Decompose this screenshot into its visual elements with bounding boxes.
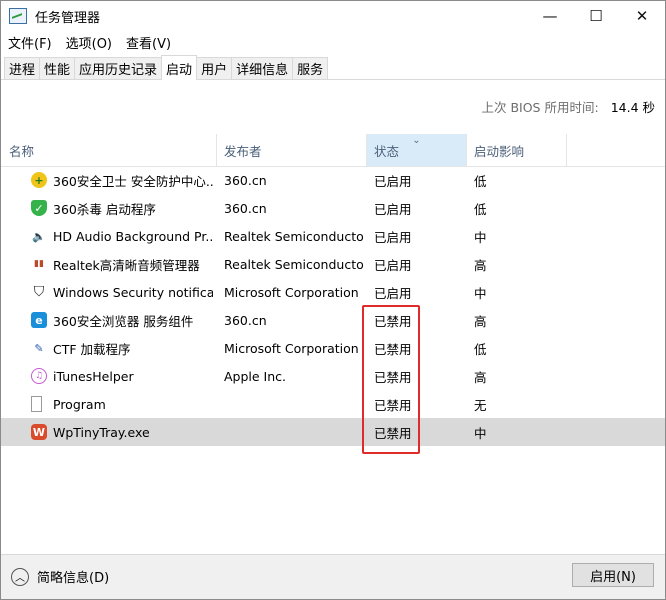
- row-impact: 低: [474, 201, 487, 217]
- bios-time-label: 上次 BIOS 所用时间:: [481, 100, 599, 115]
- close-button[interactable]: ✕: [619, 1, 665, 31]
- shield-icon: ⛉: [33, 284, 45, 300]
- file-icon: [31, 396, 42, 412]
- column-header: 名称 发布者 ⌄ 状态 启动影响: [1, 134, 665, 167]
- 360-antivirus-icon: ✓: [31, 200, 47, 216]
- wptiny-tray-icon: W: [31, 424, 47, 440]
- tab-strip: 进程 性能 应用历史记录 启动 用户 详细信息 服务: [1, 55, 665, 80]
- row-impact: 中: [474, 425, 487, 441]
- row-publisher: Apple Inc.: [224, 368, 287, 384]
- brief-info-toggle[interactable]: ︿ 简略信息(D): [11, 567, 109, 586]
- row-impact: 无: [474, 397, 487, 413]
- row-impact: 中: [474, 285, 487, 301]
- row-impact: 中: [474, 229, 487, 245]
- column-status[interactable]: ⌄ 状态: [367, 134, 467, 166]
- menu-bar: 文件(F) 选项(O) 查看(V): [1, 31, 665, 53]
- bios-time: 上次 BIOS 所用时间: 14.4 秒: [481, 97, 655, 116]
- table-row[interactable]: W WpTinyTray.exe 已禁用中: [1, 418, 665, 446]
- speaker-icon: 🔈: [32, 229, 46, 243]
- enable-button[interactable]: 启用(N): [572, 563, 654, 587]
- disabled-highlight-box: [362, 305, 420, 454]
- column-status-label: 状态: [374, 144, 400, 159]
- row-publisher: Microsoft Corporation: [224, 284, 359, 300]
- chevron-up-icon: ︿: [11, 567, 29, 586]
- maximize-button[interactable]: ☐: [573, 1, 619, 31]
- row-name: CTF 加载程序: [53, 341, 131, 357]
- column-name-label: 名称: [9, 144, 35, 159]
- row-impact: 低: [474, 173, 487, 189]
- tab-processes[interactable]: 进程: [4, 57, 41, 79]
- table-row[interactable]: 🔈 HD Audio Background Pr... Realtek Semico…: [1, 222, 665, 250]
- brief-info-label: 简略信息(D): [37, 571, 110, 586]
- itunes-icon: ♫: [31, 368, 47, 384]
- tab-startup[interactable]: 启动: [161, 55, 198, 80]
- row-publisher: 360.cn: [224, 200, 267, 216]
- row-publisher: [224, 418, 364, 446]
- table-row[interactable]: +360安全卫士 安全防护中心... 360.cn 已启用 低: [1, 166, 665, 194]
- row-status: 已启用: [374, 229, 412, 245]
- row-name: WpTinyTray.exe: [53, 424, 150, 440]
- row-impact: 高: [474, 369, 487, 385]
- tab-users[interactable]: 用户: [196, 57, 233, 79]
- row-status: 已启用: [374, 201, 412, 217]
- realtek-audio-icon: ▮▮: [34, 259, 44, 269]
- footer-bar: ︿ 简略信息(D) 启用(N): [1, 554, 665, 599]
- row-name: 360安全卫士 安全防护中心...: [53, 173, 213, 189]
- column-name[interactable]: 名称: [1, 134, 217, 166]
- row-name: HD Audio Background Pr...: [53, 228, 213, 244]
- row-publisher: Realtek Semiconductor: [224, 256, 364, 272]
- minimize-button[interactable]: —: [527, 1, 573, 31]
- column-publisher[interactable]: 发布者: [217, 134, 367, 166]
- tab-app-history[interactable]: 应用历史记录: [74, 57, 163, 79]
- row-publisher: Realtek Semiconductor: [224, 228, 364, 244]
- window-title: 任务管理器: [35, 10, 101, 26]
- ctf-loader-icon: ✎: [34, 341, 44, 355]
- row-name: 360安全浏览器 服务组件: [53, 313, 194, 329]
- table-row[interactable]: ✎ CTF 加载程序 Microsoft Corporation 已禁用低: [1, 334, 665, 362]
- table-row[interactable]: ♫ iTunesHelper Apple Inc. 已禁用高: [1, 362, 665, 390]
- tab-performance[interactable]: 性能: [39, 57, 76, 79]
- startup-list: +360安全卫士 安全防护中心... 360.cn 已启用低 ✓ 360杀毒 启动程序 3…: [1, 166, 665, 446]
- task-manager-window: 任务管理器 — ☐ ✕ 文件(F) 选项(O) 查看(V) 进程 性能 应用历史…: [0, 0, 666, 600]
- row-status: 已启用: [374, 173, 412, 189]
- task-manager-icon: [9, 8, 27, 24]
- table-row[interactable]: Program 已禁用无: [1, 390, 665, 418]
- row-name: iTunesHelper: [53, 368, 134, 384]
- menu-file[interactable]: 文件(F): [1, 33, 59, 52]
- table-row[interactable]: ▮▮ Realtek高清晰音频管理器 Realtek Semiconductor 已启…: [1, 250, 665, 278]
- table-row[interactable]: ⛉ Windows Security notifica... Microsoft C…: [1, 278, 665, 306]
- sort-descending-icon: ⌄: [412, 135, 421, 146]
- row-impact: 高: [474, 313, 487, 329]
- row-name: Realtek高清晰音频管理器: [53, 257, 200, 273]
- row-impact: 高: [474, 257, 487, 273]
- row-publisher: 360.cn: [224, 312, 267, 328]
- table-row[interactable]: ✓ 360杀毒 启动程序 360.cn 已启用 低: [1, 194, 665, 222]
- column-impact[interactable]: 启动影响: [467, 134, 567, 166]
- tab-details[interactable]: 详细信息: [231, 57, 294, 79]
- tab-services[interactable]: 服务: [292, 57, 329, 79]
- column-publisher-label: 发布者: [224, 144, 262, 159]
- bios-time-value: 14.4 秒: [610, 100, 655, 115]
- row-publisher: Microsoft Corporation: [224, 340, 359, 356]
- row-status: 已启用: [374, 257, 412, 273]
- menu-options[interactable]: 选项(O): [59, 33, 119, 52]
- row-impact: 低: [474, 341, 487, 357]
- title-bar: 任务管理器 — ☐ ✕: [1, 1, 665, 31]
- row-status: 已启用: [374, 285, 412, 301]
- row-name: Windows Security notifica...: [53, 284, 213, 300]
- row-name: Program: [53, 396, 106, 412]
- row-publisher: 360.cn: [224, 172, 267, 188]
- 360-safe-icon: +: [31, 172, 47, 188]
- row-name: 360杀毒 启动程序: [53, 201, 156, 217]
- row-publisher: [224, 390, 364, 418]
- table-row[interactable]: e 360安全浏览器 服务组件 360.cn 已禁用高: [1, 306, 665, 334]
- window-controls: — ☐ ✕: [527, 1, 665, 31]
- column-impact-label: 启动影响: [474, 144, 525, 159]
- 360-browser-icon: e: [31, 312, 47, 328]
- menu-view[interactable]: 查看(V): [119, 33, 178, 52]
